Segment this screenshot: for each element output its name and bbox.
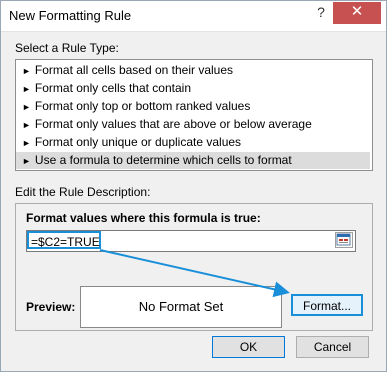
preview-box: No Format Set [80,286,282,328]
rule-type-item-selected[interactable]: ► Use a formula to determine which cells … [16,152,370,169]
close-button[interactable]: ✕ [333,2,381,24]
cancel-button[interactable]: Cancel [296,336,369,358]
collapse-dialog-icon[interactable] [335,232,353,248]
formula-input[interactable]: =$C2=TRUE [26,230,356,252]
edit-rule-description-label: Edit the Rule Description: [15,185,151,199]
right-arrow-bullet-icon: ► [22,84,31,94]
rule-type-label: Format only cells that contain [34,81,191,95]
rule-type-label: Format only unique or duplicate values [34,135,242,149]
format-button[interactable]: Format... [291,294,363,316]
right-arrow-bullet-icon: ► [22,120,31,130]
preview-label: Preview: [26,300,76,314]
rule-type-list: ► Format all cells based on their values … [15,59,373,171]
formula-value: =$C2=TRUE [27,231,101,249]
rule-type-label: Format all cells based on their values [34,63,234,77]
select-rule-type-label: Select a Rule Type: [15,41,119,55]
right-arrow-bullet-icon: ► [22,138,31,148]
rule-type-item[interactable]: ► Format only top or bottom ranked values [16,98,370,115]
right-arrow-bullet-icon: ► [22,102,31,112]
rule-type-label: Use a formula to determine which cells t… [34,153,292,167]
title-bar: New Formatting Rule ? ✕ [1,1,386,32]
right-arrow-bullet-icon: ► [22,156,31,166]
rule-description-panel: Format values where this formula is true… [15,203,373,331]
rule-type-label: Format only values that are above or bel… [34,117,312,131]
ok-button[interactable]: OK [212,336,285,358]
rule-type-item[interactable]: ► Format only cells that contain [16,80,370,97]
rule-type-label: Format only top or bottom ranked values [34,99,251,113]
new-formatting-rule-dialog: New Formatting Rule ? ✕ Select a Rule Ty… [0,0,387,372]
rule-type-item[interactable]: ► Format only values that are above or be… [16,116,370,133]
formula-label: Format values where this formula is true… [26,211,261,225]
dialog-title: New Formatting Rule [9,8,132,23]
help-button[interactable]: ? [309,2,333,24]
rule-type-item[interactable]: ► Format all cells based on their values [16,62,370,79]
right-arrow-bullet-icon: ► [22,66,31,76]
rule-type-item[interactable]: ► Format only unique or duplicate values [16,134,370,151]
